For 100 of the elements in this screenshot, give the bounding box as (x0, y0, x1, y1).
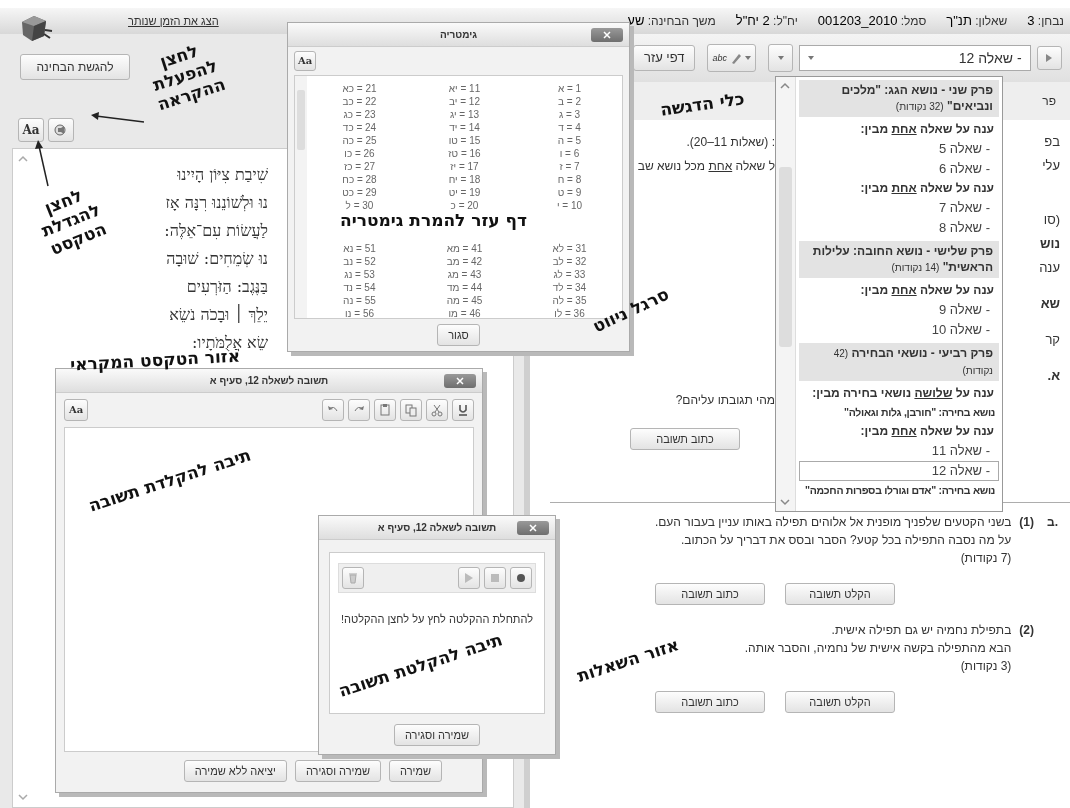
gematria-entry: 44 = מד (447, 281, 482, 294)
verse-line: נוּ וּלְשׁוֹנֵנוּ רִנָּה אָז (165, 192, 268, 214)
item-number: (2) (1019, 622, 1034, 639)
dropdown-toggle-button[interactable] (767, 44, 794, 72)
handwritten-note: תיבה להקלדת תשובה (86, 444, 254, 516)
gematria-entry: 26 = כו (344, 147, 375, 160)
question-text: נוש (1040, 235, 1060, 254)
gematria-entry: 30 = ל (345, 199, 374, 212)
scrollbar-track[interactable] (295, 76, 307, 318)
close-icon (603, 31, 611, 39)
section-header: פרק שלישי - נושא החובה: עלילות הראשית" (14 נקודות) (799, 241, 999, 278)
gematria-entry: 22 = כב (342, 95, 377, 108)
stop-icon (491, 574, 499, 582)
dialog-button[interactable]: שמירה וסגירה (294, 760, 382, 782)
close-button[interactable] (591, 28, 623, 42)
question-text: (סו (1043, 211, 1060, 230)
question-text: מהי תגובתו עליהם? (675, 392, 775, 409)
gematria-entry: 9 = ט (557, 186, 582, 199)
gematria-entry: 14 = יד (449, 121, 480, 134)
scissors-icon (430, 403, 444, 417)
scrollbar-track[interactable] (776, 77, 796, 511)
verse-line: יֵלֵךְ ׀ וּבָכֹה נֹשֵׂא (169, 303, 268, 326)
record-icon (517, 574, 525, 582)
play-arrow-icon (1046, 54, 1053, 62)
question-item[interactable]: - שאלה 9 (799, 300, 999, 320)
question-item[interactable]: - שאלה 5 (799, 139, 999, 159)
delete-button[interactable] (342, 567, 364, 589)
exam-info-text: יח"ל: 2 יח"ל (735, 12, 798, 31)
verse-line: לַעֲשׂוֹת עִם־אֵלֶּה: (164, 220, 268, 242)
instruction-text: ענה על שאלה אחת מבין: (859, 121, 995, 138)
instruction-text: ענה על שאלה אחת מבין: (859, 282, 995, 299)
recording-instruction: להתחלת ההקלטה לחץ על לחצן ההקלטה! (339, 612, 535, 627)
helper-pages-button[interactable]: דפי עזר (633, 45, 696, 71)
question-item[interactable]: - שאלה 6 (799, 159, 999, 179)
question-item[interactable]: - שאלה 12 (799, 461, 999, 481)
gematria-entry: 41 = מא (446, 242, 483, 255)
next-question-button[interactable] (1036, 46, 1062, 70)
question-select[interactable]: - שאלה 12 (799, 45, 1031, 71)
gematria-entry: 29 = כט (342, 186, 377, 199)
answer-button[interactable]: כתוב תשובה (630, 428, 740, 450)
gematria-entry: 21 = כא (342, 82, 377, 95)
gematria-entry: 20 = כ (450, 199, 479, 212)
question-item[interactable]: - שאלה 11 (799, 441, 999, 461)
pointer-arrow (90, 110, 146, 124)
gematria-entry: 2 = ב (558, 95, 581, 108)
toolbar-button[interactable] (400, 399, 422, 421)
scroll-down-icon[interactable] (779, 497, 791, 507)
gematria-entry: 36 = לו (554, 307, 585, 318)
scroll-down-icon[interactable] (17, 791, 29, 803)
exam-info-text: משך הבחינה: שע (627, 12, 716, 31)
question-text: ענה (1039, 259, 1060, 278)
play-button[interactable] (458, 567, 480, 589)
show-time-link[interactable]: הצג את הזמן שנותר (128, 12, 219, 30)
toolbar-button[interactable] (374, 399, 396, 421)
text-size-button[interactable]: Aa (18, 118, 44, 142)
question-item[interactable]: - שאלה 8 (799, 218, 999, 238)
handwritten-note: לחצן להפעלת ההקראה (149, 39, 228, 115)
gematria-entry: 34 = לד (552, 281, 587, 294)
speaker-icon (54, 123, 68, 137)
topic-title: נושא בחירה: "אדם וגורלו בספרות החכמה" (804, 483, 996, 498)
record-button[interactable] (510, 567, 532, 589)
answer-button[interactable]: כתוב תשובה (655, 583, 765, 605)
answer-button[interactable]: כתוב תשובה (655, 691, 765, 713)
scroll-up-icon[interactable] (779, 81, 791, 91)
close-icon (456, 377, 464, 385)
answer-button[interactable]: הקלט תשובה (785, 583, 895, 605)
gematria-entry: 55 = נה (343, 294, 376, 307)
trash-icon (348, 572, 358, 584)
instruction-text: ענה על שאלה אחת מבין: (859, 180, 995, 197)
text-size-button[interactable]: Aa (64, 399, 88, 421)
question-item[interactable]: - שאלה 7 (799, 198, 999, 218)
text-size-button[interactable]: Aa (294, 51, 316, 71)
toolbar-button[interactable] (452, 399, 474, 421)
dialog-button[interactable]: שמירה (389, 760, 442, 782)
toolbar-button[interactable] (348, 399, 370, 421)
window-title: גימטריה (439, 28, 478, 42)
section-header: פרק שני - נושא הגג: "מלכים ונביאים" (32 נקודות) (799, 80, 999, 117)
gematria-entry: 32 = לב (552, 255, 587, 268)
close-button[interactable] (444, 374, 476, 388)
question-text: א. (1047, 367, 1060, 386)
save-close-button[interactable]: שמירה וסגירה (393, 724, 481, 746)
close-button[interactable] (517, 521, 549, 535)
gematria-entry: 12 = יב (449, 95, 480, 108)
handwritten-note: כלי הדגשה (659, 88, 746, 120)
gematria-entry: 18 = יח (448, 173, 481, 186)
submit-exam-button[interactable]: להגשת הבחינה (20, 54, 130, 80)
gematria-entry: 11 = יא (448, 82, 481, 95)
dialog-button[interactable]: יציאה ללא שמירה (183, 760, 287, 782)
answer-button[interactable]: הקלט תשובה (785, 691, 895, 713)
toolbar-button[interactable] (322, 399, 344, 421)
toolbar-button[interactable] (426, 399, 448, 421)
copy-icon (404, 403, 418, 417)
handwritten-note: דף עזר להמרת גימטריה (340, 210, 528, 230)
read-aloud-button[interactable] (48, 118, 74, 142)
highlighter-button[interactable]: abc (707, 44, 756, 72)
close-button[interactable]: סגור (437, 324, 480, 346)
caret-icon (808, 56, 815, 60)
question-text: הבא מהתפילה בקשה אישית של נחמיה, והסבר אותה. (744, 640, 1012, 657)
gematria-entry: 43 = מג (447, 268, 482, 281)
question-item[interactable]: - שאלה 10 (799, 320, 999, 340)
